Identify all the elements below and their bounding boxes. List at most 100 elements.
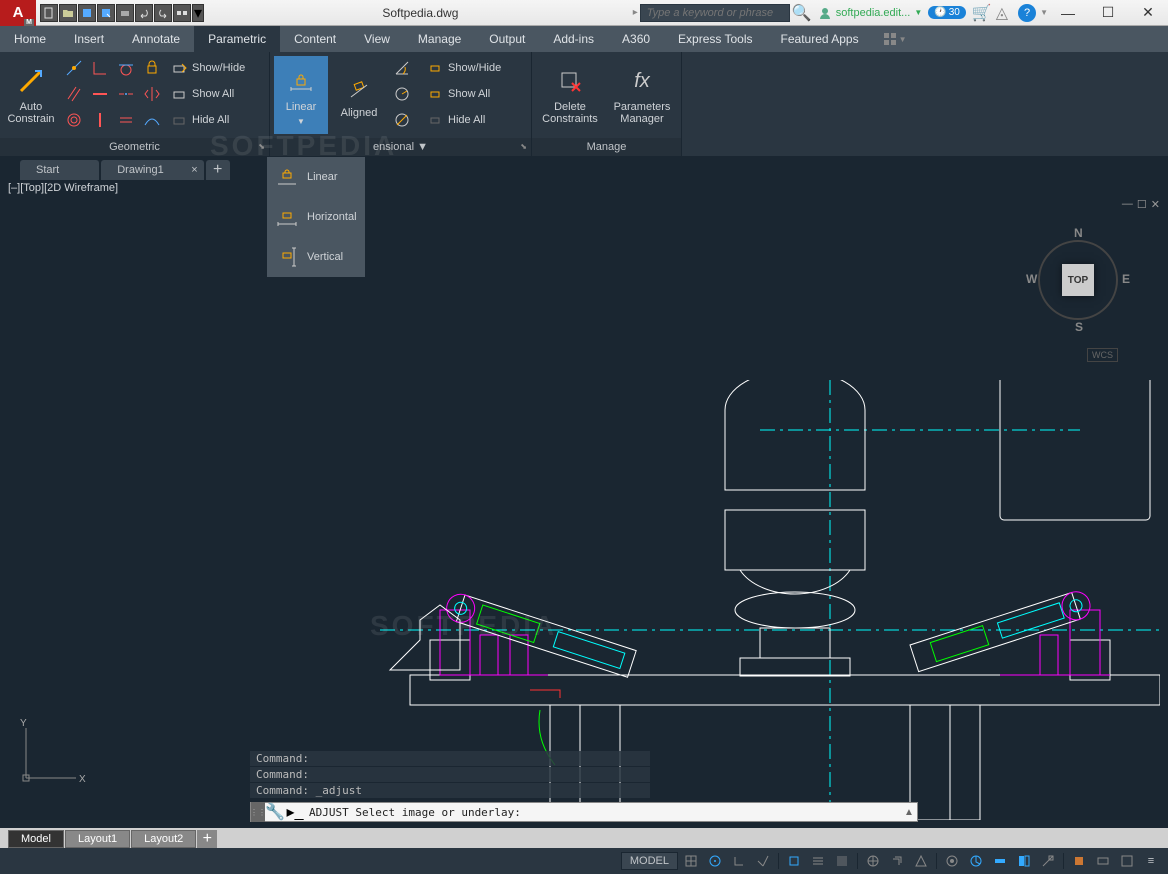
dim-hide-all-button[interactable]: Hide All [424,108,505,132]
qat-undo-icon[interactable] [135,4,153,22]
sc-icon[interactable] [862,851,884,871]
qat-open-icon[interactable] [59,4,77,22]
search-icon[interactable]: 🔍 [792,3,808,23]
annomonitor-icon[interactable] [965,851,987,871]
delete-constraints-button[interactable]: Delete Constraints [536,56,604,134]
viewcube-face[interactable]: TOP [1062,264,1094,296]
snap-icon[interactable] [704,851,726,871]
aligned-button[interactable]: Aligned [332,56,386,134]
user-area[interactable]: softpedia.edit... ▼ [812,6,929,20]
geo-hide-all-button[interactable]: Hide All [168,108,249,132]
tab-layout1[interactable]: Layout1 [65,830,130,848]
quickprops-icon[interactable] [1013,851,1035,871]
qat-more-icon[interactable] [173,4,191,22]
tab-express[interactable]: Express Tools [664,26,766,52]
viewcube[interactable]: TOP N S E W [1018,220,1138,340]
cmd-drag-handle[interactable]: ⋮⋮ [251,802,265,822]
polar-icon[interactable] [752,851,774,871]
drawing-canvas[interactable]: [–][Top][2D Wireframe] — ☐ ✕ TOP N S E W… [0,180,1168,828]
qat-plot-icon[interactable] [116,4,134,22]
vertical-icon[interactable] [88,108,112,132]
tab-model[interactable]: Model [8,830,64,848]
auto-constrain-button[interactable]: Auto Constrain [4,56,58,134]
panel-title-geometric[interactable]: Geometric⬊ [0,138,269,156]
tab-a360[interactable]: A360 [608,26,664,52]
horizontal-icon[interactable] [88,82,112,106]
dim-show-hide-button[interactable]: Show/Hide [424,56,505,80]
transparency-icon[interactable] [831,851,853,871]
tab-view[interactable]: View [350,26,404,52]
isolate-icon[interactable] [1068,851,1090,871]
qat-saveas-icon[interactable] [97,4,115,22]
cleanscreen-icon[interactable] [1116,851,1138,871]
linear-button[interactable]: Linear▼ [274,56,328,134]
customize-icon[interactable]: 🔧 [265,803,285,821]
viewcube-south[interactable]: S [1075,320,1083,334]
coincident-icon[interactable] [62,56,86,80]
ortho-icon[interactable] [728,851,750,871]
tab-apps-icon[interactable]: ▼ [873,26,917,52]
status-model-toggle[interactable]: MODEL [621,852,678,870]
dim-diameter-icon[interactable] [390,108,414,132]
grid-icon[interactable] [680,851,702,871]
viewcube-north[interactable]: N [1074,226,1083,240]
filetab-start[interactable]: Start [20,160,99,180]
tab-annotate[interactable]: Annotate [118,26,194,52]
minimize-button[interactable]: — [1048,0,1088,26]
viewcube-west[interactable]: W [1026,272,1037,286]
colinear-icon[interactable] [114,82,138,106]
equal-icon[interactable] [114,108,138,132]
viewport-maximize-icon[interactable]: ☐ [1137,198,1147,211]
lineweight-icon[interactable] [807,851,829,871]
tab-content[interactable]: Content [280,26,350,52]
tab-insert[interactable]: Insert [60,26,118,52]
add-tab-button[interactable]: + [206,160,230,180]
viewport-close-icon[interactable]: ✕ [1151,198,1160,211]
close-tab-icon[interactable]: × [191,164,197,176]
search-input[interactable] [640,4,790,22]
tab-parametric[interactable]: Parametric [194,26,280,52]
dropdown-linear[interactable]: Linear [267,157,365,197]
panel-title-dimensional[interactable]: ensional ▼⬊ [270,138,531,156]
qat-redo-icon[interactable] [154,4,172,22]
dim-show-all-button[interactable]: Show All [424,82,505,106]
dim-radius-icon[interactable] [390,82,414,106]
symmetric-icon[interactable] [140,82,164,106]
fix-icon[interactable] [140,56,164,80]
exchange-icon[interactable]: 🛒 [972,3,992,23]
help-button[interactable]: ? [1018,4,1036,22]
concentric-icon[interactable] [62,108,86,132]
dropdown-horizontal[interactable]: Horizontal [267,197,365,237]
viewport-minimize-icon[interactable]: — [1122,198,1133,211]
geo-show-all-button[interactable]: Show All [168,82,249,106]
viewport-label[interactable]: [–][Top][2D Wireframe] [0,180,1168,196]
tab-output[interactable]: Output [475,26,539,52]
cmd-history-toggle[interactable]: ▲ [901,807,917,818]
tab-manage[interactable]: Manage [404,26,475,52]
viewcube-east[interactable]: E [1122,272,1130,286]
close-button[interactable]: ✕ [1128,0,1168,26]
units-icon[interactable] [989,851,1011,871]
parameters-manager-button[interactable]: fx Parameters Manager [608,56,676,134]
qat-dropdown-icon[interactable]: ▾ [192,4,204,22]
workspace-icon[interactable] [941,851,963,871]
trial-badge[interactable]: 🕐 30 [928,6,966,19]
tab-layout2[interactable]: Layout2 [131,830,196,848]
command-input[interactable]: ADJUST Select image or underlay: [305,806,901,819]
maximize-button[interactable]: ☐ [1088,0,1128,26]
cycling-icon[interactable] [886,851,908,871]
dropdown-vertical[interactable]: Vertical [267,237,365,277]
parallel-icon[interactable] [62,82,86,106]
filetab-drawing1[interactable]: Drawing1× [101,160,203,180]
annotation-icon[interactable] [910,851,932,871]
add-layout-button[interactable]: + [197,830,217,848]
tangent-icon[interactable] [114,56,138,80]
app-logo[interactable]: A [0,0,36,26]
geo-show-hide-button[interactable]: Show/Hide [168,56,249,80]
customize-status-icon[interactable]: ≡ [1140,851,1162,871]
qat-new-icon[interactable] [40,4,58,22]
tab-home[interactable]: Home [0,26,60,52]
perpendicular-icon[interactable] [88,56,112,80]
tab-addins[interactable]: Add-ins [539,26,608,52]
smooth-icon[interactable] [140,108,164,132]
